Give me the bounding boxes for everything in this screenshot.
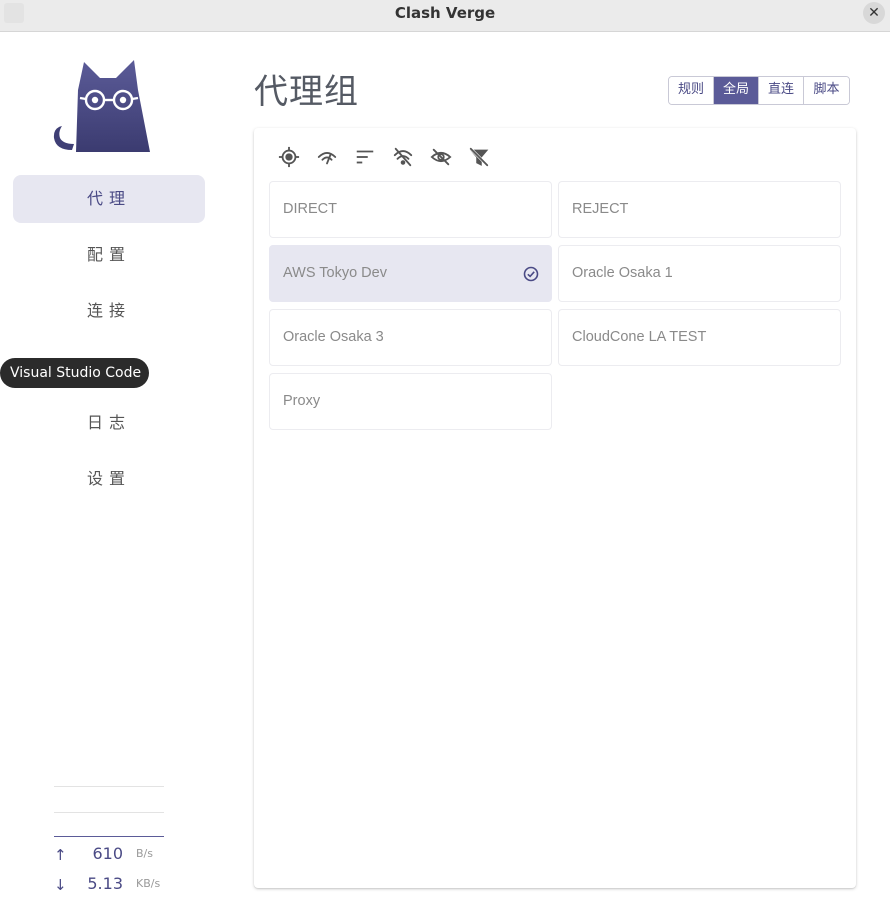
graph-line bbox=[54, 812, 164, 813]
filter-off-button[interactable] bbox=[468, 144, 506, 170]
speed-test-button[interactable] bbox=[316, 144, 354, 170]
nav-item-connections[interactable]: 连接 bbox=[13, 287, 205, 335]
graph-line bbox=[54, 836, 164, 837]
proxy-name: DIRECT bbox=[283, 201, 337, 217]
proxy-toolbar bbox=[278, 144, 506, 170]
proxy-name: REJECT bbox=[572, 201, 629, 217]
close-button[interactable]: ✕ bbox=[863, 2, 885, 24]
page-title: 代理组 bbox=[254, 72, 359, 112]
download-speed: ↓ 5.13 KB/s bbox=[54, 874, 174, 896]
proxy-card-selected[interactable]: AWS Tokyo Dev bbox=[269, 245, 552, 302]
check-circle-icon bbox=[523, 266, 539, 282]
filter-delay-button[interactable] bbox=[392, 144, 430, 170]
proxy-name: CloudCone LA TEST bbox=[572, 329, 707, 345]
sort-button[interactable] bbox=[354, 144, 392, 170]
upload-speed: ↑ 610 B/s bbox=[54, 844, 174, 866]
locate-button[interactable] bbox=[278, 144, 316, 170]
upload-value: 610 bbox=[92, 844, 123, 863]
cat-logo bbox=[53, 60, 150, 152]
download-value: 5.13 bbox=[87, 874, 123, 893]
proxy-name: Oracle Osaka 3 bbox=[283, 329, 384, 345]
proxy-name: Proxy bbox=[283, 393, 321, 409]
upload-unit: B/s bbox=[136, 847, 153, 860]
locate-icon bbox=[278, 146, 300, 168]
sidebar: 代理 配置 连接 日志 设置 Visual Studio Code ↑ 610 … bbox=[0, 32, 218, 903]
proxy-card[interactable]: Oracle Osaka 1 bbox=[558, 245, 841, 302]
nav-item-proxy[interactable]: 代理 bbox=[13, 175, 205, 223]
title-bar: Clash Verge ✕ bbox=[0, 0, 890, 32]
arrow-down-icon: ↓ bbox=[54, 876, 67, 894]
proxy-name: AWS Tokyo Dev bbox=[283, 265, 387, 281]
window-title: Clash Verge bbox=[394, 4, 496, 22]
filter-delay-icon bbox=[393, 147, 413, 167]
proxy-panel: DIRECT REJECT AWS Tokyo Dev Oracle Osaka… bbox=[254, 128, 856, 888]
proxy-card[interactable]: Oracle Osaka 3 bbox=[269, 309, 552, 366]
taskbar-tooltip: Visual Studio Code bbox=[0, 358, 149, 388]
nav-item-logs[interactable]: 日志 bbox=[13, 399, 205, 447]
hide-icon bbox=[430, 148, 452, 166]
nav-item-settings[interactable]: 设置 bbox=[13, 455, 205, 503]
graph-line bbox=[54, 786, 164, 787]
proxy-card[interactable]: DIRECT bbox=[269, 181, 552, 238]
proxy-name: Oracle Osaka 1 bbox=[572, 265, 673, 281]
mode-switch: 规则 全局 直连 脚本 bbox=[668, 76, 850, 105]
proxy-card[interactable]: Proxy bbox=[269, 373, 552, 430]
mode-script-button[interactable]: 脚本 bbox=[804, 77, 849, 104]
mode-rule-button[interactable]: 规则 bbox=[669, 77, 714, 104]
proxy-card[interactable]: REJECT bbox=[558, 181, 841, 238]
mode-direct-button[interactable]: 直连 bbox=[759, 77, 804, 104]
sort-icon bbox=[356, 150, 374, 164]
filter-off-icon bbox=[469, 147, 489, 167]
mode-global-button[interactable]: 全局 bbox=[714, 77, 759, 104]
proxy-card[interactable]: CloudCone LA TEST bbox=[558, 309, 841, 366]
nav-item-profiles[interactable]: 配置 bbox=[13, 231, 205, 279]
hide-button[interactable] bbox=[430, 144, 468, 170]
download-unit: KB/s bbox=[136, 877, 161, 890]
arrow-up-icon: ↑ bbox=[54, 846, 67, 864]
speed-test-icon bbox=[317, 151, 337, 165]
